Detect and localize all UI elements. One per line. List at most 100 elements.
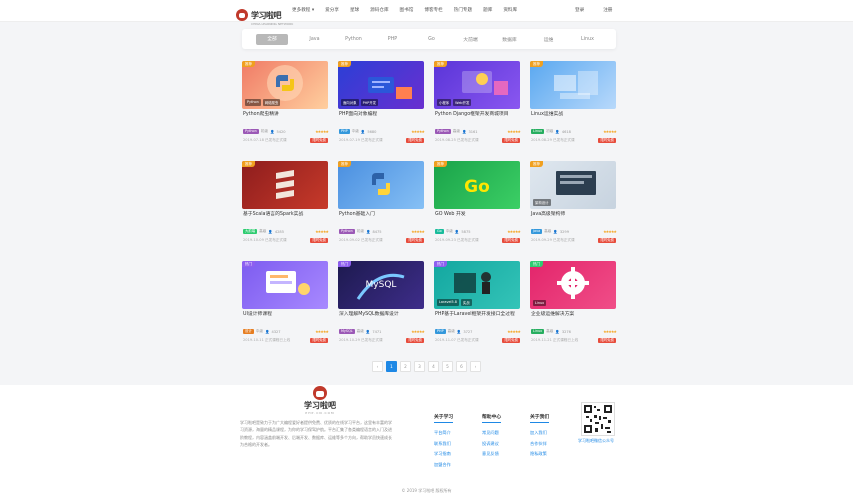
course-views: 3276 [561,329,571,334]
logo-mascot-icon [236,8,248,21]
footer-link[interactable]: 投诉建议 [482,439,501,450]
course-title[interactable]: GO Web 开发 [435,212,519,218]
thumbnail-badges: 面向对象 PHP开发 [341,99,378,106]
course-views: 8475 [372,229,382,234]
footer-link[interactable]: 加入我们 [530,428,549,439]
course-title[interactable]: Java高级架构师 [531,212,615,218]
course-card[interactable]: 热门 Laravel5.8 实战 PHP基于Laravel框架开发接口全过程 PHP 高级… [434,261,521,353]
footer-logo: 学习啦吧 PHP·CN·COM [298,386,342,415]
footer-link[interactable]: 隐私政策 [530,449,549,460]
course-card[interactable]: Go 推荐 GO Web 开发 Go 中级 👤 5875 ★★★★★ 2019-09-23 已发… [434,161,521,253]
page-button[interactable]: 5 [442,361,453,372]
course-date: 2019-10-29 已发布正式课 [339,338,383,342]
course-language-badge: Linux [531,129,545,134]
course-card[interactable]: 热门 Linux 企业级运维解决方案 Linux 高级 👤 3276 ★★★★★ 2019-11… [530,261,617,353]
course-tag-badge: 推荐 [338,161,351,167]
course-thumbnail[interactable]: 推荐 面向对象 PHP开发 [338,61,424,109]
footer-link[interactable]: 意见反馈 [482,449,501,460]
course-tag-badge: 推荐 [434,161,447,167]
filter-tab-go[interactable]: Go [412,37,451,42]
filter-tab-ops[interactable]: 运维 [529,36,568,43]
category-filter-bar: 全部 Java Python PHP Go 大前端 数据库 运维 Linux [242,29,616,49]
thumbnail-badges: 小程序 Web开发 [437,99,472,106]
filter-tab-java[interactable]: Java [295,37,334,42]
course-card[interactable]: 推荐 Linux运维实战 Linux 初级 👤 4618 ★★★★★ 2019-08-29 已… [530,61,617,153]
footer-about-text: 学习啦吧是致力于为广大编程爱好者提供免费、优质的在线学习平台，这里有丰富的学习资… [240,420,392,448]
course-thumbnail[interactable]: 推荐 [338,161,424,209]
course-card[interactable]: 热门 UI设计师课程 设计 中级 👤 4327 ★★★★★ 2019-10-11 正式课程已上… [242,261,329,353]
go-icon: Go [464,177,490,197]
free-badge: 限时免费 [310,238,328,243]
nav-item[interactable]: 博客专栏 [424,7,442,13]
course-title[interactable]: 基于Scala语言的Spark实战 [243,212,327,218]
nav-item[interactable]: 爱分享 [325,7,339,13]
footer-link[interactable]: 合作伙伴 [530,439,549,450]
footer-link[interactable]: 常见问题 [482,428,501,439]
course-card[interactable]: 推荐 基于Scala语言的Spark实战 大前端 高级 👤 4285 ★★★★★ 2019-1… [242,161,329,253]
course-card[interactable]: MySQL 热门 深入理解MySQL数据库设计 MySQL 高级 👤 7471 ★★★★★ 20… [338,261,425,353]
nav-item[interactable]: 源码仓库 [370,7,388,13]
course-card[interactable]: 推荐 面向对象 PHP开发 PHP面向对象编程 PHP 中级 👤 5680 ★★★★★ 2019-… [338,61,425,153]
free-badge: 限时免费 [598,238,616,243]
page-button-current[interactable]: 1 [386,361,397,372]
site-logo[interactable]: 学习啦吧 CHINA LEARNING NETWORK [236,3,293,26]
thumbnail-badges: 架构设计 [533,199,551,206]
course-title[interactable]: Python基础入门 [339,212,423,218]
footer-link[interactable]: 加盟合作 [434,460,453,471]
course-tag-badge: 推荐 [242,161,255,167]
course-thumbnail[interactable]: MySQL 热门 [338,261,424,309]
page-button[interactable]: 3 [414,361,425,372]
filter-tab-linux[interactable]: Linux [568,37,607,42]
next-page-button[interactable]: › [470,361,481,372]
course-level: 高级 [544,229,552,233]
course-title[interactable]: Python Django框架开发商城项目 [435,112,519,118]
course-thumbnail[interactable]: 推荐 [530,61,616,109]
nav-item[interactable]: 资料库 [503,7,517,13]
login-link[interactable]: 登录 [575,7,584,13]
course-thumbnail[interactable]: 推荐 [242,161,328,209]
filter-tab-frontend[interactable]: 大前端 [451,36,490,43]
course-card[interactable]: 推荐 Python基础入门 Python 初级 👤 8475 ★★★★★ 2019-09-02… [338,161,425,253]
user-icon: 👤 [461,129,467,134]
course-level: 高级 [356,329,364,333]
course-thumbnail[interactable]: 推荐 架构设计 [530,161,616,209]
course-title[interactable]: 企业级运维解决方案 [531,312,615,318]
footer-link[interactable]: 平台简介 [434,428,453,439]
page-button[interactable]: 4 [428,361,439,372]
course-level: 初级 [260,129,268,133]
filter-tab-database[interactable]: 数据库 [490,36,529,43]
filter-tab-all[interactable]: 全部 [256,33,288,45]
course-card[interactable]: 推荐 小程序 Web开发 Python Django框架开发商城项目 Python 高级 👤… [434,61,521,153]
course-thumbnail[interactable]: 推荐 小程序 Web开发 [434,61,520,109]
course-thumbnail[interactable]: 推荐 Python 网络爬虫 [242,61,328,109]
rating-stars-icon: ★★★★★ [411,329,425,334]
page-button[interactable]: 6 [456,361,467,372]
free-badge: 限时免费 [310,338,328,343]
course-thumbnail[interactable]: 热门 Linux [530,261,616,309]
nav-item[interactable]: 图书馆 [400,7,414,13]
footer-link[interactable]: 联系我们 [434,439,453,450]
nav-item[interactable]: 星球 [350,7,359,13]
course-title[interactable]: PHP面向对象编程 [339,112,423,118]
nav-item[interactable]: 更多教程 ▾ [292,7,314,13]
course-views: 5875 [461,229,471,234]
course-title[interactable]: 深入理解MySQL数据库设计 [339,312,423,318]
course-card[interactable]: 推荐 架构设计 Java高级架构师 Java 高级 👤 3299 ★★★★★ 2019-09-2… [530,161,617,253]
course-language-badge: Java [531,229,543,234]
nav-item[interactable]: 题库 [483,7,492,13]
course-card[interactable]: 推荐 Python 网络爬虫 Python爬虫精讲 Python 初级 👤 5420 ★★★★★… [242,61,329,153]
course-thumbnail[interactable]: 热门 Laravel5.8 实战 [434,261,520,309]
filter-tab-php[interactable]: PHP [373,37,412,42]
course-thumbnail[interactable]: Go 推荐 [434,161,520,209]
page-button[interactable]: 2 [400,361,411,372]
register-link[interactable]: 注册 [603,7,612,13]
filter-tab-python[interactable]: Python [334,37,373,42]
footer-link[interactable]: 学习指南 [434,449,453,460]
course-title[interactable]: Linux运维实战 [531,112,615,118]
prev-page-button[interactable]: ‹ [372,361,383,372]
course-thumbnail[interactable]: 热门 [242,261,328,309]
nav-item[interactable]: 热门专题 [454,7,472,13]
course-title[interactable]: PHP基于Laravel框架开发接口全过程 [435,312,519,318]
course-title[interactable]: UI设计师课程 [243,312,327,318]
course-title[interactable]: Python爬虫精讲 [243,112,327,118]
